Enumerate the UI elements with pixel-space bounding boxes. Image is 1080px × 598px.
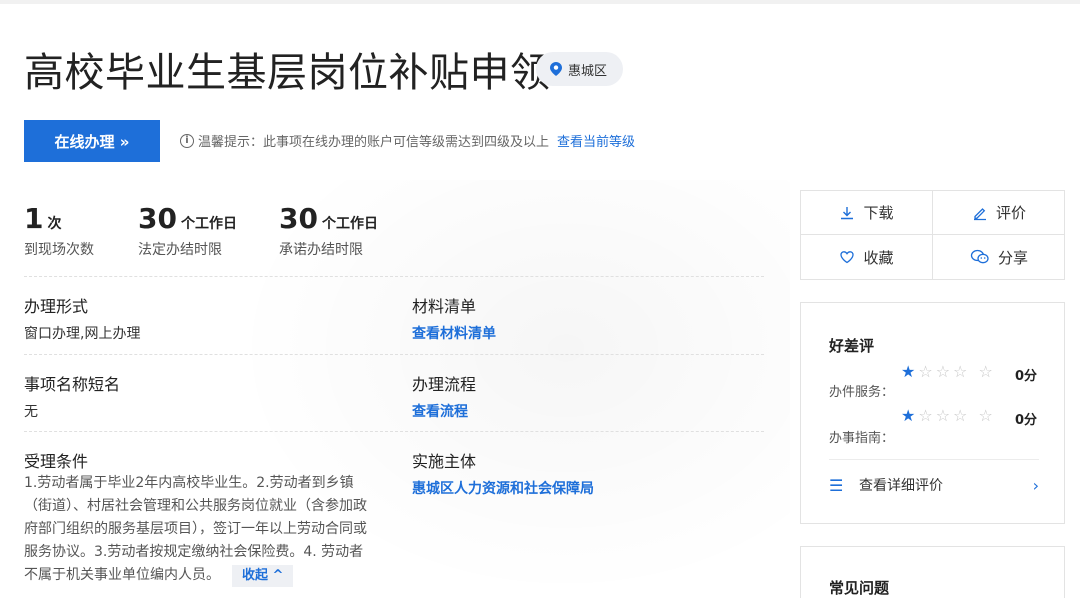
field-label: 办理流程	[412, 375, 477, 394]
favorite-label: 收藏	[863, 248, 894, 267]
star-empty-icon: ☆	[918, 362, 936, 381]
field-handle-form: 办理形式 窗口办理,网上办理	[24, 293, 140, 343]
action-panel: 下载 评价 收藏 分享	[800, 190, 1065, 280]
faq-title: 常见问题	[829, 579, 890, 597]
online-apply-button[interactable]: 在线办理 »	[24, 120, 160, 162]
rating-score: 0分	[1014, 369, 1037, 384]
warm-tip: i 温馨提示：此事项在线办理的账户可信等级需达到四级及以上 查看当前等级	[180, 131, 635, 150]
collapse-button[interactable]: 收起 ^	[232, 565, 294, 587]
page-title: 高校毕业生基层岗位补贴申领	[24, 50, 551, 96]
star-filled-icon: ★	[901, 406, 919, 425]
region-label: 惠城区	[568, 63, 608, 79]
favorite-button[interactable]: 收藏	[801, 235, 933, 279]
stat-legal-limit: 30 个工作日 法定办结时限	[138, 202, 237, 259]
divider	[24, 431, 764, 432]
wechat-icon	[970, 249, 990, 265]
list-icon: ☰	[829, 475, 844, 495]
region-badge[interactable]: 惠城区	[536, 52, 624, 86]
stat-label: 承诺办结时限	[279, 242, 363, 258]
divider	[24, 354, 764, 355]
stat-label: 法定办结时限	[138, 242, 222, 258]
stat-unit: 个工作日	[180, 216, 237, 232]
stat-num: 30	[138, 202, 177, 235]
share-button[interactable]: 分享	[933, 235, 1065, 279]
star-empty-icon: ☆	[953, 362, 971, 381]
chevron-right-icon: ›	[1032, 475, 1039, 495]
rating-label: 办事指南：	[829, 431, 895, 446]
stat-visits: 1次 到现场次数	[24, 202, 94, 259]
conditions-value: 1.劳动者属于毕业2年内高校毕业生。2.劳动者到乡镇（街道）、村居社会管理和公共…	[24, 475, 367, 583]
view-detail-reviews-link[interactable]: ☰ 查看详细评价 ›	[829, 475, 1039, 495]
field-process: 办理流程 查看流程	[412, 371, 476, 421]
star-filled-icon: ★	[901, 362, 919, 381]
tip-text: 温馨提示：此事项在线办理的账户可信等级需达到四级及以上	[198, 135, 550, 150]
field-label: 受理条件	[24, 452, 89, 471]
view-process-link[interactable]: 查看流程	[412, 401, 476, 421]
divider	[24, 276, 764, 277]
star-rating[interactable]: ★☆☆☆ ☆	[901, 407, 997, 425]
star-empty-icon: ☆	[953, 406, 971, 425]
field-value: 窗口办理,网上办理	[24, 326, 141, 342]
field-label: 办理形式	[24, 297, 89, 316]
field-short-name: 事项名称短名 无	[24, 371, 120, 421]
pencil-icon	[972, 205, 988, 221]
star-empty-icon: ☆	[935, 362, 954, 381]
share-label: 分享	[997, 248, 1028, 267]
detail-link-label: 查看详细评价	[859, 478, 943, 494]
field-label: 材料清单	[412, 297, 477, 316]
conditions-text: 1.劳动者属于毕业2年内高校毕业生。2.劳动者到乡镇（街道）、村居社会管理和公共…	[24, 472, 369, 587]
download-label: 下载	[863, 204, 894, 222]
info-icon: i	[180, 133, 194, 148]
download-icon	[839, 205, 855, 221]
star-empty-icon: ☆	[978, 406, 996, 425]
field-subject: 实施主体 惠城区人力资源和社会保障局	[412, 448, 594, 498]
rating-card: 好差评 办件服务： ★☆☆☆ ☆ 0分 办事指南： ★☆☆☆ ☆ 0分 ☰ 查看…	[800, 302, 1065, 524]
rating-score: 0分	[1014, 413, 1037, 428]
divider	[829, 459, 1039, 460]
field-conditions: 受理条件	[24, 448, 88, 472]
top-border	[0, 0, 1080, 4]
star-empty-icon: ☆	[935, 406, 954, 425]
stat-num: 30	[279, 202, 318, 235]
field-label: 事项名称短名	[24, 375, 121, 394]
field-value: 无	[24, 404, 38, 420]
stat-promise-limit: 30 个工作日 承诺办结时限	[279, 202, 378, 259]
stat-unit: 次	[47, 216, 62, 232]
rating-label: 办件服务：	[829, 385, 895, 400]
star-empty-icon: ☆	[978, 362, 996, 381]
heart-icon	[839, 250, 855, 264]
stat-label: 到现场次数	[24, 242, 94, 258]
star-rating[interactable]: ★☆☆☆ ☆	[901, 363, 997, 381]
field-materials: 材料清单 查看材料清单	[412, 293, 496, 343]
subject-link[interactable]: 惠城区人力资源和社会保障局	[412, 478, 594, 498]
view-level-link[interactable]: 查看当前等级	[557, 131, 635, 150]
stat-num: 1	[24, 202, 44, 235]
download-button[interactable]: 下载	[801, 191, 933, 235]
star-empty-icon: ☆	[918, 406, 936, 425]
review-label: 评价	[995, 204, 1026, 222]
field-label: 实施主体	[412, 452, 477, 471]
stat-unit: 个工作日	[321, 216, 378, 232]
view-materials-link[interactable]: 查看材料清单	[412, 323, 496, 343]
rating-title: 好差评	[829, 337, 875, 355]
review-button[interactable]: 评价	[933, 191, 1065, 235]
location-pin-icon	[550, 62, 562, 76]
faq-card: 常见问题	[800, 546, 1065, 598]
